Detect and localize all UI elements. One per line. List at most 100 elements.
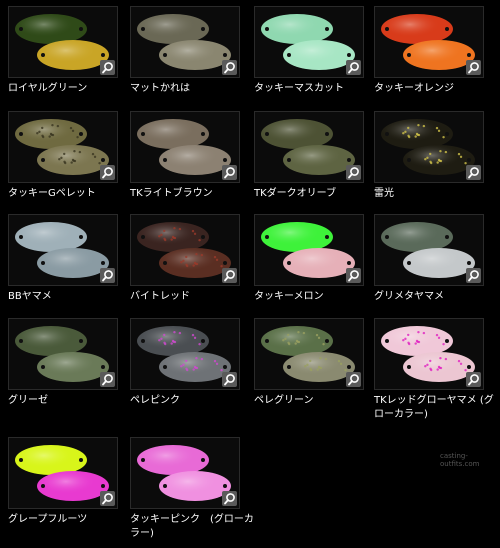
lure-thumbnail[interactable] — [130, 318, 240, 390]
magnifier-icon[interactable] — [466, 165, 481, 180]
speckle — [438, 366, 441, 369]
speckle — [178, 227, 182, 231]
speckle — [185, 367, 188, 370]
spoon-hole — [265, 27, 269, 31]
speckle — [160, 337, 163, 341]
spoon-sheen — [37, 471, 109, 501]
spoon-hole — [385, 132, 389, 136]
spoon-sheen — [137, 14, 209, 44]
lure-thumbnail[interactable] — [130, 437, 240, 509]
speckle — [58, 158, 61, 161]
speckle — [200, 253, 204, 257]
spoon-hole — [265, 132, 269, 136]
speckle — [287, 333, 290, 337]
lure-thumbnail[interactable] — [374, 6, 484, 78]
spoon-sheen — [403, 248, 475, 278]
lure-thumbnail[interactable] — [374, 214, 484, 286]
speckle — [180, 365, 183, 368]
spoon-hole — [265, 235, 269, 239]
speckle — [182, 363, 185, 367]
spoon-hole — [79, 339, 83, 343]
lure-thumbnail[interactable] — [8, 437, 118, 509]
speckle — [38, 130, 41, 134]
lure-thumbnail[interactable] — [374, 111, 484, 183]
speckle — [50, 133, 53, 136]
lure-thumbnail[interactable] — [8, 214, 118, 286]
spoon-sheen — [261, 14, 333, 44]
spoon-hole — [19, 132, 23, 136]
lure-thumbnail[interactable] — [130, 6, 240, 78]
lure-thumbnail[interactable] — [8, 111, 118, 183]
lure-thumbnail[interactable] — [8, 318, 118, 390]
speckle — [404, 130, 407, 134]
speckle — [180, 261, 183, 264]
lure-thumbnail[interactable] — [254, 111, 364, 183]
magnifier-icon[interactable] — [222, 268, 237, 283]
magnifier-icon[interactable] — [466, 268, 481, 283]
magnifier-icon[interactable] — [100, 268, 115, 283]
spoon-sheen — [381, 14, 453, 44]
speckle — [160, 233, 163, 237]
lure-color-name: タッキーメロン — [254, 291, 324, 302]
lure-thumbnail[interactable] — [130, 214, 240, 286]
speckle — [402, 132, 405, 135]
speckle — [407, 341, 410, 344]
speckle — [436, 368, 439, 371]
speckle — [72, 159, 75, 162]
lure-thumbnail[interactable] — [374, 318, 484, 390]
speckle — [70, 161, 73, 164]
lure-color-name: TKダークオリーブ — [254, 188, 337, 199]
spoon-hole — [445, 235, 449, 239]
magnifier-icon[interactable] — [222, 60, 237, 75]
lure-color-name: ペレピンク — [130, 395, 180, 406]
speckle — [41, 134, 44, 137]
speckle — [41, 126, 44, 130]
spoon-hole — [41, 158, 45, 162]
magnifier-icon[interactable] — [466, 372, 481, 387]
magnifier-icon[interactable] — [222, 165, 237, 180]
magnifier-icon[interactable] — [346, 60, 361, 75]
magnifier-icon[interactable] — [100, 60, 115, 75]
lure-color-name: ロイヤルグリーン — [8, 83, 88, 94]
spoon-hole — [223, 365, 227, 369]
lure-color-name: グレープフルーツ — [8, 514, 88, 525]
spoon-hole — [201, 132, 205, 136]
speckle — [163, 237, 166, 240]
speckle — [297, 330, 300, 334]
lure-thumbnail[interactable] — [254, 214, 364, 286]
speckle — [296, 340, 299, 343]
spoon-sheen — [261, 222, 333, 252]
lure-thumbnail[interactable] — [8, 6, 118, 78]
spoon-hole — [347, 365, 351, 369]
speckle — [36, 132, 39, 135]
speckle — [198, 238, 201, 242]
spoon-hole — [141, 132, 145, 136]
speckle — [282, 339, 285, 342]
speckle — [93, 155, 97, 159]
spoon-hole — [325, 132, 329, 136]
magnifier-icon[interactable] — [100, 491, 115, 506]
magnifier-icon[interactable] — [100, 372, 115, 387]
lure-color-name: グリメタヤマメ — [374, 291, 444, 302]
spoon-sheen — [283, 40, 355, 70]
speckle — [163, 229, 166, 233]
magnifier-icon[interactable] — [100, 165, 115, 180]
magnifier-icon[interactable] — [346, 268, 361, 283]
spoon-hole — [163, 261, 167, 265]
speckle — [48, 135, 51, 138]
speckle — [402, 339, 405, 342]
magnifier-icon[interactable] — [222, 372, 237, 387]
spoon-hole — [287, 261, 291, 265]
magnifier-icon[interactable] — [222, 491, 237, 506]
magnifier-icon[interactable] — [346, 165, 361, 180]
lure-thumbnail[interactable] — [254, 318, 364, 390]
spoon-hole — [79, 132, 83, 136]
speckle — [78, 150, 82, 154]
magnifier-icon[interactable] — [346, 372, 361, 387]
magnifier-icon[interactable] — [466, 60, 481, 75]
lure-thumbnail[interactable] — [130, 111, 240, 183]
speckle — [56, 124, 60, 128]
spoon-hole — [41, 484, 45, 488]
spoon-hole — [79, 458, 83, 462]
lure-thumbnail[interactable] — [254, 6, 364, 78]
